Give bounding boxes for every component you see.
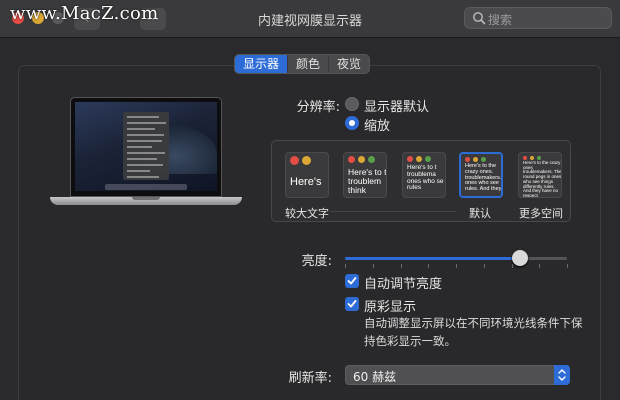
select-arrows-icon (554, 365, 570, 385)
scale-option-2[interactable]: Here's to t troublem think (343, 152, 387, 198)
scale-preview-text: Here's to the crazy ones. troublemakers.… (465, 163, 502, 193)
laptop-screen-bezel (70, 97, 222, 197)
true-tone-label: 原彩显示 (364, 300, 417, 315)
watermark-logo: www.MacZ.com (10, 3, 159, 24)
refresh-rate-label: 刷新率: (288, 371, 332, 386)
brightness-tick (511, 264, 513, 268)
radio-scaled[interactable] (345, 116, 359, 130)
laptop-window-preview (123, 112, 169, 180)
scale-option-3[interactable]: Here's to t troublema ones who se rules (402, 152, 446, 198)
checkmark-icon (347, 277, 357, 285)
tab-display[interactable]: 显示器 (235, 55, 289, 73)
scale-caption-default: 默认 (469, 207, 491, 220)
tab-color[interactable]: 颜色 (288, 55, 330, 73)
brightness-slider[interactable] (345, 257, 567, 260)
brightness-label: 亮度: (301, 254, 332, 269)
search-placeholder: 搜索 (488, 13, 513, 27)
scale-preview-text: Here's to t troublema ones who se rules (407, 164, 444, 192)
scale-preview-text: Here's (290, 176, 322, 188)
radio-default-label: 显示器默认 (364, 100, 430, 115)
brightness-tick (400, 264, 402, 268)
radio-scaled-label: 缩放 (364, 119, 391, 134)
scale-caption-more-space: 更多空间 (519, 207, 563, 220)
tab-bar: 显示器 颜色 夜览 (234, 54, 371, 74)
scale-preview-text: Here's to t troublem think (348, 167, 387, 195)
laptop-screen (75, 102, 217, 191)
brightness-tick (539, 264, 541, 268)
brightness-tick (567, 264, 568, 268)
brightness-tick (456, 264, 457, 268)
brightness-tick (345, 264, 346, 268)
laptop-illustration (50, 97, 242, 212)
true-tone-checkbox[interactable] (345, 297, 359, 311)
scale-preview-text: Here's to the crazy ones troublemakers. … (523, 160, 562, 198)
refresh-rate-value: 60 赫兹 (353, 370, 397, 384)
auto-brightness-label: 自动调节亮度 (364, 277, 443, 292)
checkmark-icon (347, 300, 357, 308)
brightness-tick (483, 264, 485, 268)
resolution-label: 分辨率: (296, 100, 340, 115)
scale-option-more-space[interactable]: Here's to the crazy ones troublemakers. … (518, 152, 562, 198)
brightness-tick (372, 264, 374, 268)
search-icon (473, 12, 486, 25)
auto-brightness-checkbox[interactable] (345, 274, 359, 288)
radio-default-for-display[interactable] (345, 97, 359, 111)
brightness-tick (428, 264, 430, 268)
scale-option-larger-text[interactable]: Here's (285, 152, 329, 198)
refresh-rate-select[interactable]: 60 赫兹 (345, 365, 570, 385)
true-tone-description: 自动调整显示屏以在不同环境光线条件下保持色彩显示一致。 (364, 316, 583, 348)
tab-night-shift[interactable]: 夜览 (329, 55, 369, 73)
scale-divider (330, 211, 456, 212)
search-input[interactable]: 搜索 (464, 7, 612, 29)
laptop-dock (105, 184, 187, 190)
laptop-notch (132, 197, 160, 200)
brightness-fill (345, 257, 521, 260)
scale-option-default[interactable]: Here's to the crazy ones. troublemakers.… (459, 152, 503, 198)
scale-caption-larger-text: 较大文字 (285, 207, 329, 220)
